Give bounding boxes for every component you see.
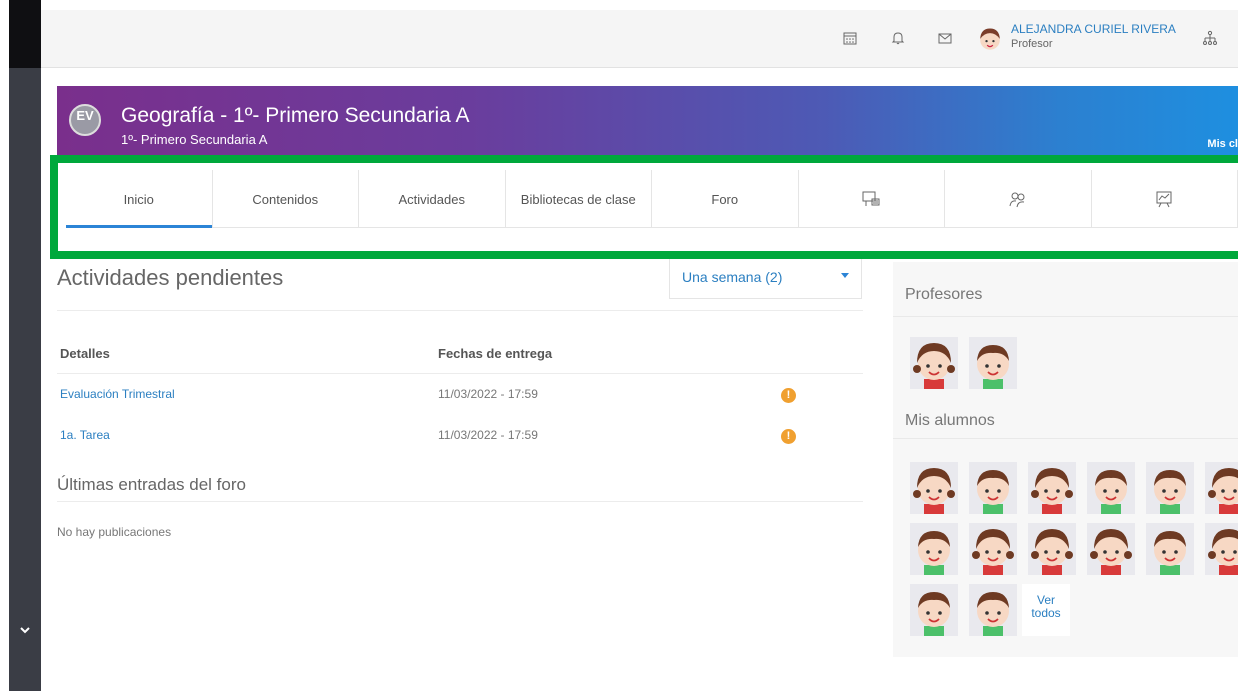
student-avatar[interactable] bbox=[910, 462, 958, 514]
teacher-avatar[interactable] bbox=[910, 337, 958, 389]
calendar-icon[interactable] bbox=[841, 30, 859, 48]
warning-icon: ! bbox=[781, 429, 796, 444]
chart-board-icon bbox=[1156, 191, 1172, 208]
student-avatar[interactable] bbox=[1028, 462, 1076, 514]
class-logo: EV bbox=[69, 104, 101, 136]
student-avatar[interactable] bbox=[1028, 523, 1076, 575]
sidebar-top bbox=[9, 0, 41, 68]
divider bbox=[893, 316, 1238, 317]
my-classes-link[interactable]: Mis cl bbox=[1207, 138, 1238, 150]
sidebar bbox=[9, 0, 41, 691]
period-select-value: Una semana (2) bbox=[682, 269, 783, 285]
tab-label: Inicio bbox=[123, 191, 154, 207]
student-avatar[interactable] bbox=[1146, 523, 1194, 575]
top-bar: ALEJANDRA CURIEL RIVERA Profesor bbox=[41, 10, 1238, 68]
tab-label: Bibliotecas de clase bbox=[520, 191, 636, 207]
user-role: Profesor bbox=[1011, 38, 1053, 50]
class-banner: EV Geografía - 1º- Primero Secundaria A … bbox=[57, 86, 1238, 162]
warning-icon: ! bbox=[781, 388, 796, 403]
student-avatar[interactable] bbox=[1087, 462, 1135, 514]
activity-link[interactable]: 1a. Tarea bbox=[60, 428, 110, 442]
presentation-board-icon bbox=[862, 191, 880, 206]
tab-bar: Inicio Contenidos Actividades Biblioteca… bbox=[66, 170, 1238, 228]
avatar[interactable] bbox=[975, 25, 1005, 55]
tab-contenidos[interactable]: Contenidos bbox=[213, 170, 359, 228]
divider bbox=[893, 438, 1238, 439]
org-chart-icon[interactable] bbox=[1201, 30, 1219, 48]
tab-strip bbox=[66, 229, 1238, 247]
tab-actividades[interactable]: Actividades bbox=[359, 170, 506, 228]
tab-analytics[interactable] bbox=[1092, 170, 1238, 228]
tab-label: Actividades bbox=[398, 191, 465, 207]
tab-foro[interactable]: Foro bbox=[652, 170, 799, 228]
tab-bibliotecas[interactable]: Bibliotecas de clase bbox=[506, 170, 652, 228]
see-all-students-link[interactable]: Ver todos bbox=[1022, 584, 1070, 636]
period-select[interactable]: Una semana (2) bbox=[669, 259, 862, 299]
student-avatar[interactable] bbox=[1205, 523, 1238, 575]
chevron-down-icon[interactable] bbox=[9, 620, 41, 644]
page-title: Geografía - 1º- Primero Secundaria A bbox=[121, 104, 470, 127]
side-panel: Profesores Mis alumnos Ver todos bbox=[893, 262, 1238, 657]
app: ALEJANDRA CURIEL RIVERA Profesor EV Geog… bbox=[0, 0, 1238, 691]
due-date: 11/03/2022 - 17:59 bbox=[438, 428, 538, 442]
students-title: Mis alumnos bbox=[905, 412, 995, 429]
divider bbox=[57, 373, 863, 374]
activity-link[interactable]: Evaluación Trimestral bbox=[60, 387, 175, 401]
tab-presentation[interactable] bbox=[799, 170, 945, 228]
user-name[interactable]: ALEJANDRA CURIEL RIVERA bbox=[1011, 22, 1176, 36]
forum-title: Últimas entradas del foro bbox=[57, 475, 246, 494]
people-group-icon bbox=[1009, 192, 1025, 208]
divider bbox=[57, 501, 863, 502]
student-avatar[interactable] bbox=[1205, 462, 1238, 514]
student-avatar[interactable] bbox=[969, 523, 1017, 575]
page-subtitle: 1º- Primero Secundaria A bbox=[121, 132, 268, 147]
col-details: Detalles bbox=[60, 346, 110, 361]
divider bbox=[57, 310, 863, 311]
student-avatar[interactable] bbox=[1146, 462, 1194, 514]
student-avatar[interactable] bbox=[1087, 523, 1135, 575]
bell-icon[interactable] bbox=[889, 30, 907, 48]
tab-label: Contenidos bbox=[252, 191, 319, 207]
student-avatar[interactable] bbox=[969, 584, 1017, 636]
tab-inicio[interactable]: Inicio bbox=[66, 170, 213, 228]
tab-groups[interactable] bbox=[945, 170, 1092, 228]
student-avatar[interactable] bbox=[910, 584, 958, 636]
due-date: 11/03/2022 - 17:59 bbox=[438, 387, 538, 401]
student-avatar[interactable] bbox=[910, 523, 958, 575]
col-dates: Fechas de entrega bbox=[438, 346, 553, 361]
pending-title: Actividades pendientes bbox=[57, 265, 284, 290]
teacher-avatar[interactable] bbox=[969, 337, 1017, 389]
tab-label: Foro bbox=[711, 191, 739, 207]
caret-down-icon bbox=[841, 273, 849, 278]
mail-icon[interactable] bbox=[936, 30, 954, 48]
teachers-title: Profesores bbox=[905, 286, 983, 303]
student-avatar[interactable] bbox=[969, 462, 1017, 514]
left-edge bbox=[0, 0, 9, 691]
forum-empty-message: No hay publicaciones bbox=[57, 525, 172, 539]
